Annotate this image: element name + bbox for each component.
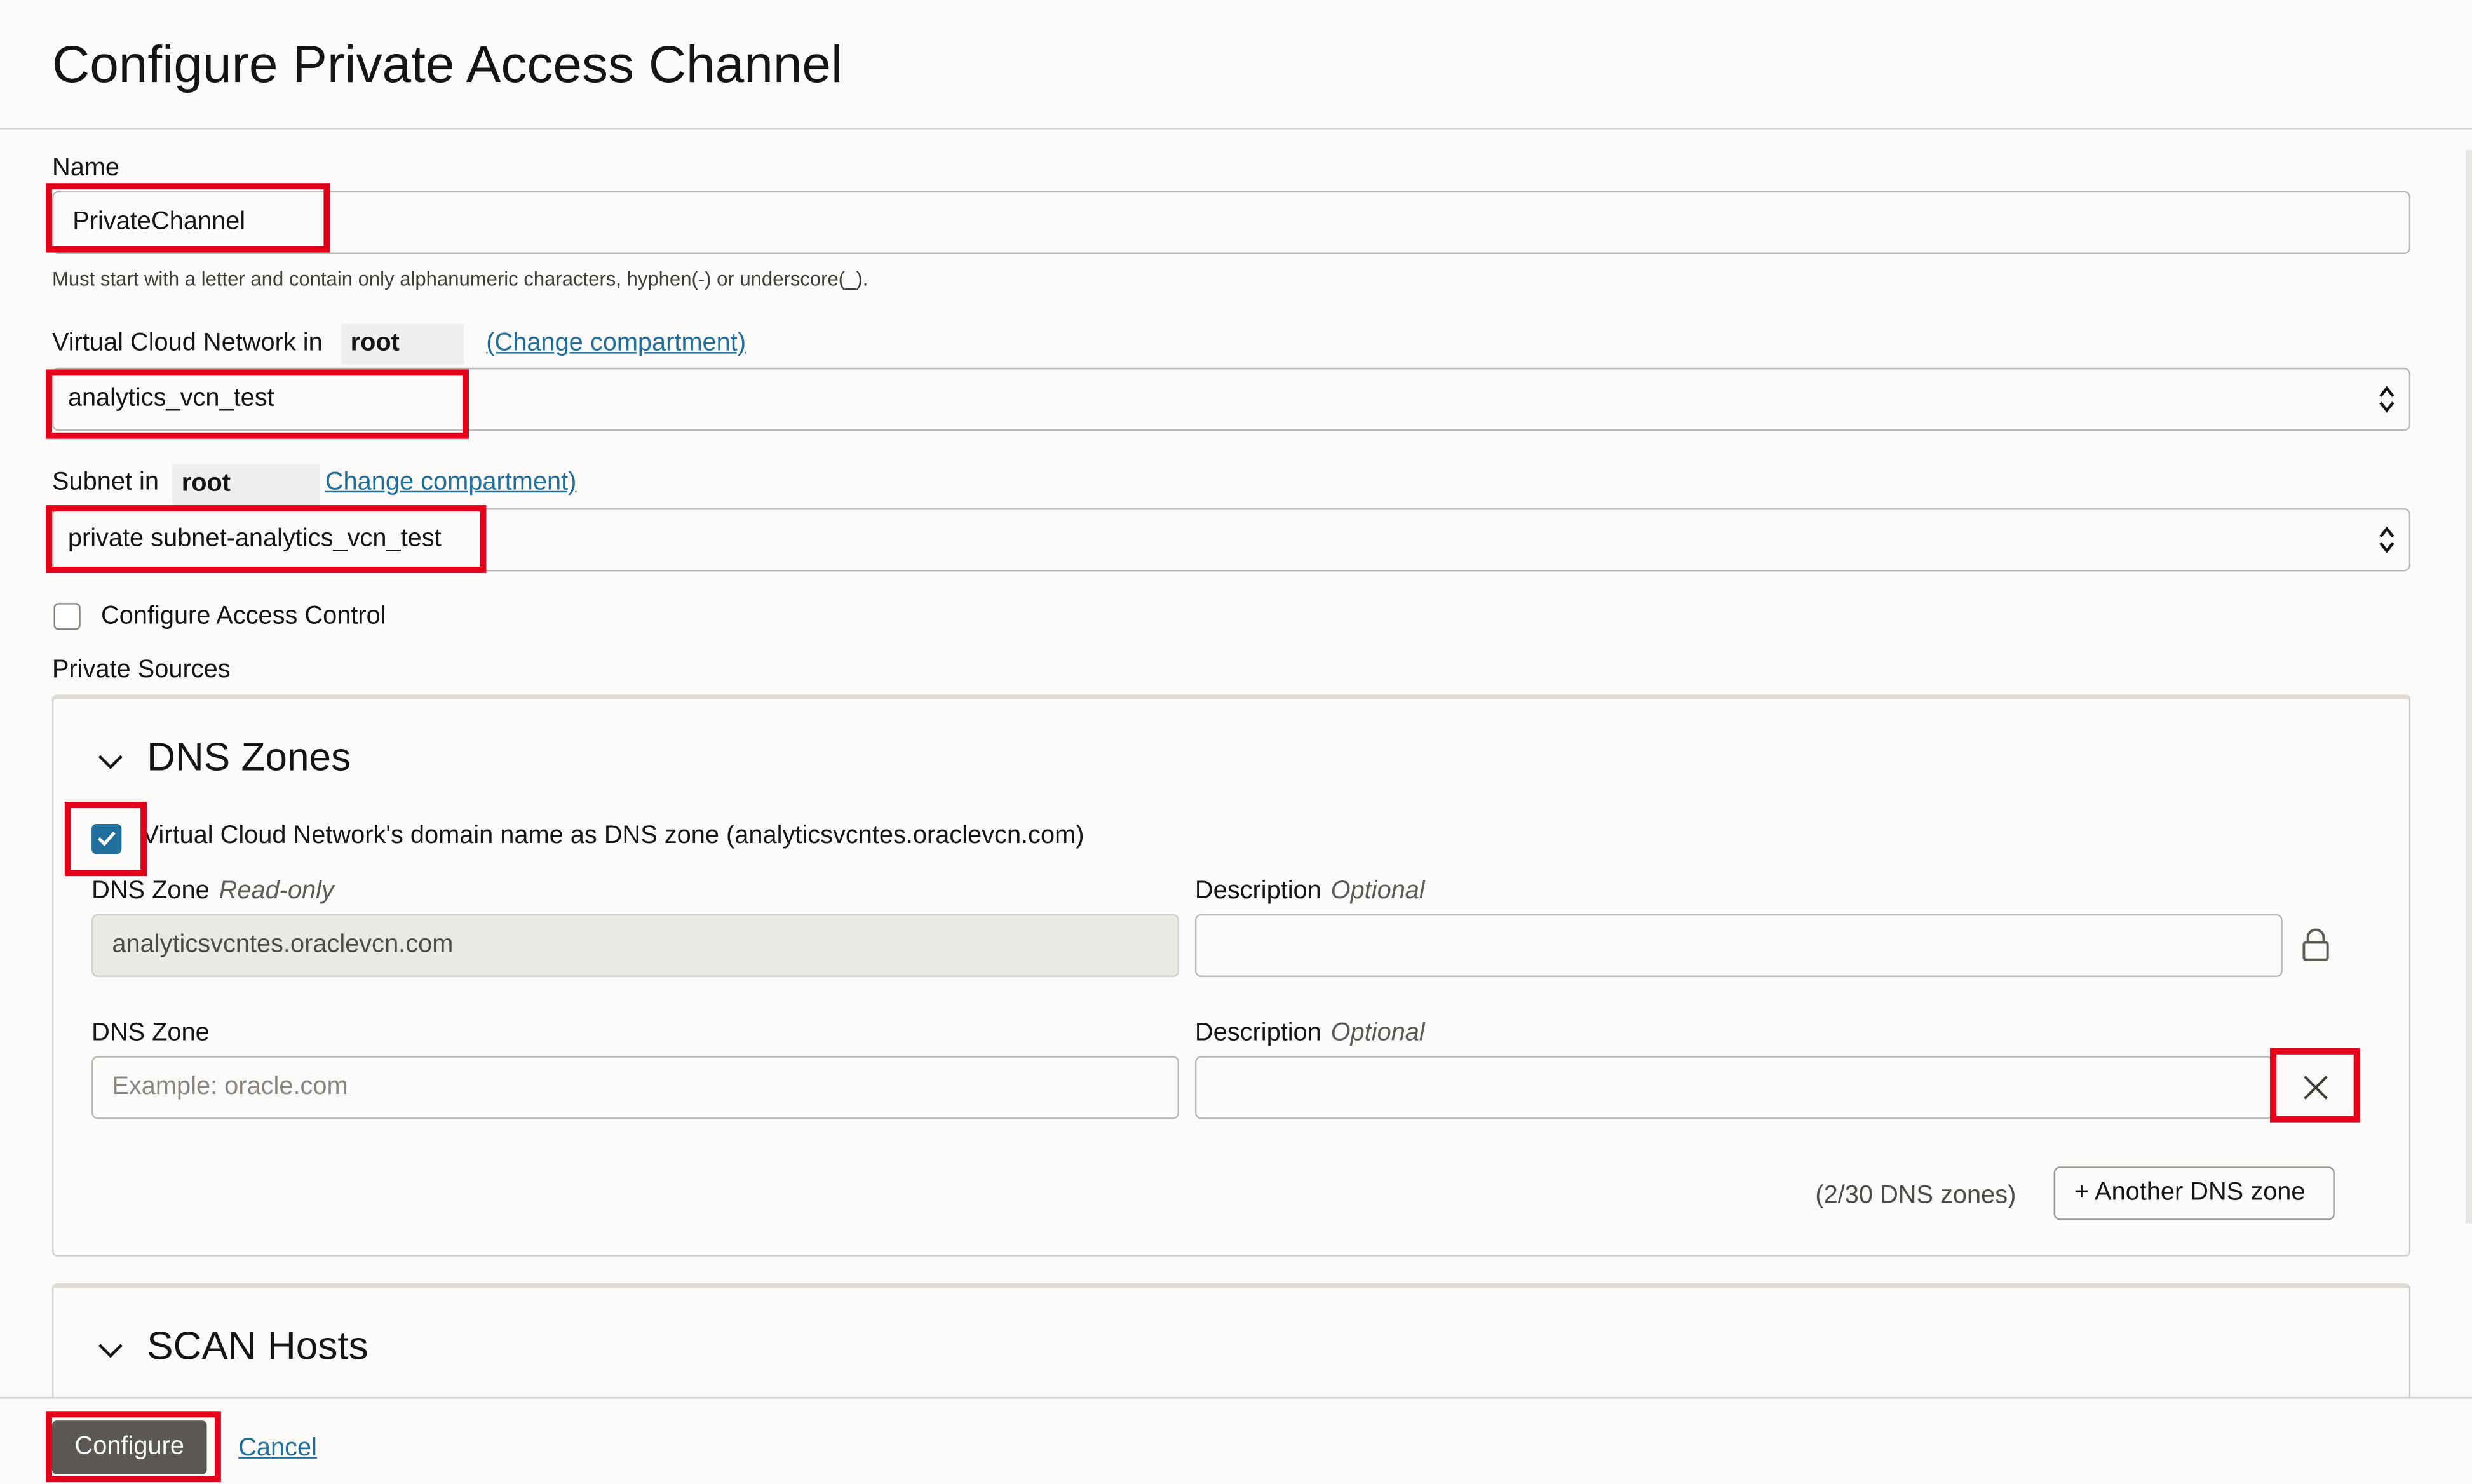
dns-zone-readonly-field: analyticsvcntes.oraclevcn.com — [91, 914, 1180, 978]
dns-zone-placeholder: Example: oracle.com — [112, 1073, 348, 1100]
optional-qualifier: Optional — [1330, 1020, 1425, 1047]
vcn-change-compartment-link[interactable]: (Change compartment) — [486, 330, 746, 358]
page-title: Configure Private Access Channel — [51, 34, 843, 93]
add-dns-zone-button[interactable]: + Another DNS zone — [2053, 1166, 2335, 1220]
panel-footer: Configure Cancel — [0, 1396, 2472, 1484]
dns-zone-label: DNS Zone — [91, 1020, 210, 1048]
dns-zone-label-text: DNS Zone — [91, 877, 210, 905]
name-helper-text: Must start with a letter and contain onl… — [51, 268, 868, 291]
checkmark-icon — [97, 832, 116, 846]
subnet-change-compartment-link[interactable]: Change compartment) — [325, 469, 577, 497]
description-label: Description Optional — [1195, 1020, 1425, 1048]
description-input-2[interactable] — [1194, 1056, 2273, 1119]
read-only-qualifier: Read-only — [219, 877, 334, 905]
select-arrows-icon — [2379, 526, 2394, 553]
scrollbar[interactable] — [2466, 150, 2472, 1224]
configure-private-access-channel-panel: Configure Private Access Channel Name Pr… — [0, 0, 2472, 1484]
subnet-label: Subnet in — [51, 468, 159, 496]
dns-zones-title[interactable]: DNS Zones — [147, 736, 351, 781]
subnet-select-value: private subnet-analytics_vcn_test — [67, 525, 442, 553]
description-input-1[interactable] — [1194, 914, 2283, 978]
dns-zone-readonly-value: analyticsvcntes.oraclevcn.com — [112, 931, 454, 959]
dns-zones-panel: DNS Zones Virtual Cloud Network's domain… — [51, 694, 2411, 1257]
close-icon[interactable] — [2300, 1072, 2332, 1103]
dns-zone-label-text: DNS Zone — [91, 1020, 210, 1047]
name-input-value: PrivateChannel — [72, 208, 246, 236]
panel-header: Configure Private Access Channel — [0, 0, 2472, 130]
cancel-link[interactable]: Cancel — [238, 1435, 317, 1464]
name-label: Name — [51, 154, 120, 182]
vcn-domain-dns-label: Virtual Cloud Network's domain name as D… — [142, 822, 1084, 849]
private-sources-label: Private Sources — [51, 656, 231, 684]
lock-icon — [2302, 928, 2329, 961]
select-arrows-icon — [2379, 386, 2394, 413]
subnet-select[interactable]: private subnet-analytics_vcn_test — [51, 508, 2411, 572]
vcn-domain-dns-checkbox[interactable] — [91, 824, 122, 854]
vcn-compartment-chip: root — [341, 323, 464, 365]
vcn-label: Virtual Cloud Network in — [51, 330, 323, 357]
description-label-text: Description — [1194, 1020, 1321, 1047]
description-label-text: Description — [1194, 877, 1321, 905]
description-label: Description Optional — [1195, 877, 1425, 906]
scan-hosts-title[interactable]: SCAN Hosts — [147, 1325, 368, 1370]
configure-button[interactable]: Configure — [51, 1420, 207, 1474]
configure-access-control-checkbox[interactable] — [53, 603, 81, 630]
vcn-select[interactable]: analytics_vcn_test — [51, 367, 2411, 431]
dns-zone-readonly-label: DNS Zone Read-only — [91, 877, 334, 906]
configure-access-control-label: Configure Access Control — [101, 603, 386, 630]
chevron-down-icon[interactable] — [97, 1340, 125, 1359]
dns-zone-input[interactable]: Example: oracle.com — [91, 1056, 1180, 1119]
optional-qualifier: Optional — [1330, 877, 1425, 905]
name-input[interactable]: PrivateChannel — [51, 191, 2411, 255]
subnet-compartment-chip: root — [172, 464, 321, 506]
vcn-select-value: analytics_vcn_test — [67, 385, 274, 412]
dns-zone-count: (2/30 DNS zones) — [1815, 1182, 2016, 1210]
chevron-down-icon[interactable] — [97, 752, 125, 771]
